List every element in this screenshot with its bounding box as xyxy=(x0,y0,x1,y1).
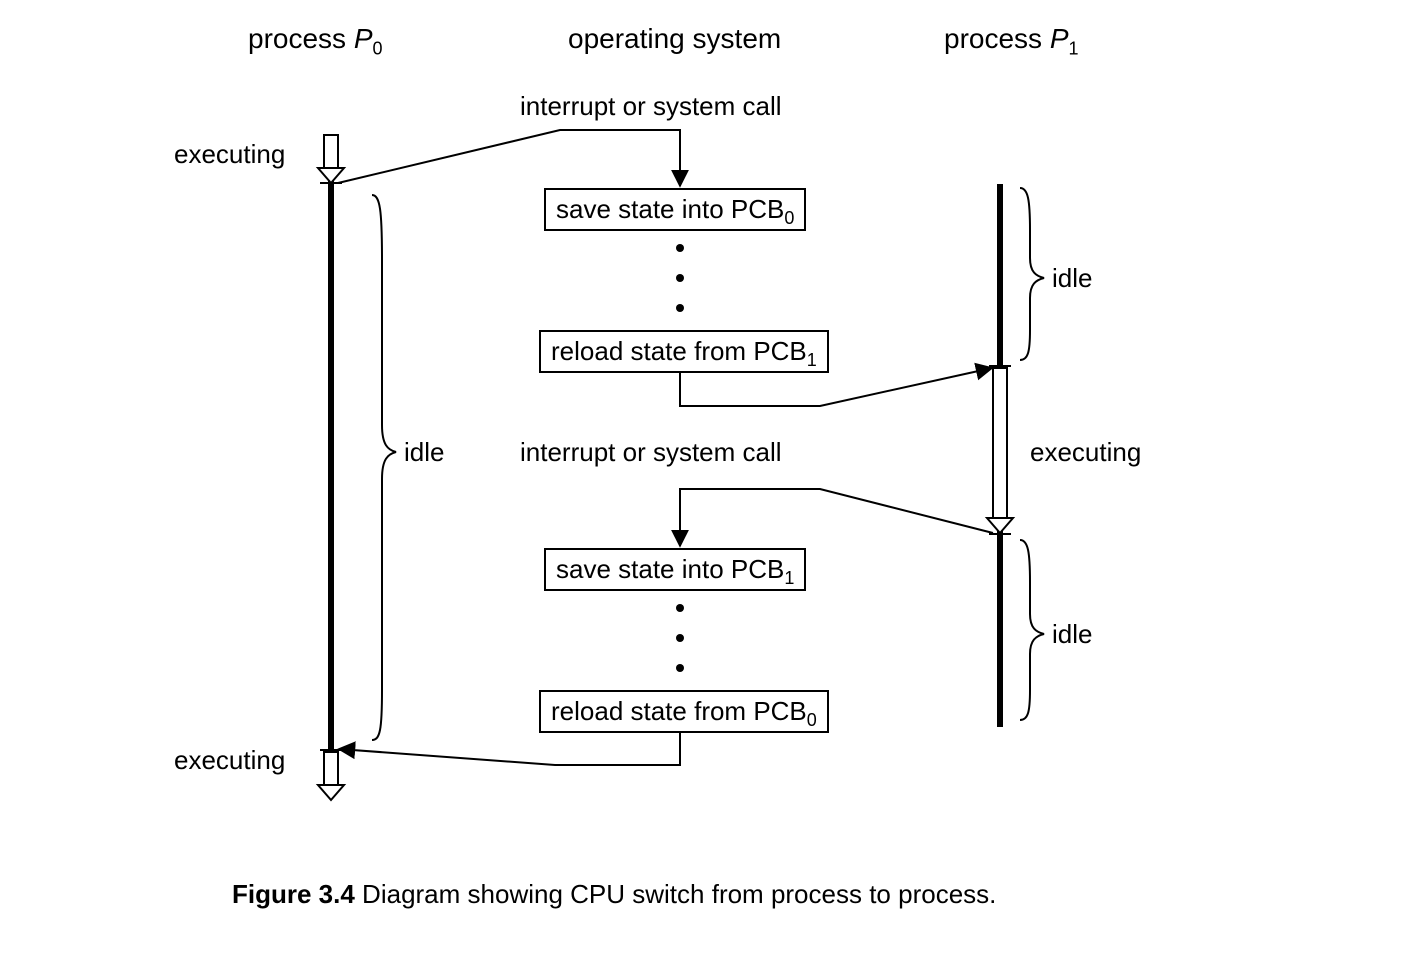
label-interrupt-2: interrupt or system call xyxy=(520,438,782,467)
diagram-container: process P0 operating system process P1 i… xyxy=(0,0,1426,972)
label-executing-top: executing xyxy=(174,140,285,169)
box-reload-pcb0: reload state from PCB0 xyxy=(539,690,829,733)
label-executing-mid: executing xyxy=(1030,438,1141,467)
label-idle-right-top: idle xyxy=(1052,264,1092,293)
label-idle-right-bottom: idle xyxy=(1052,620,1092,649)
box-reload-pcb1: reload state from PCB1 xyxy=(539,330,829,373)
box-save-pcb0: save state into PCB0 xyxy=(544,188,806,231)
box-save-pcb1: save state into PCB1 xyxy=(544,548,806,591)
header-process-p1: process P1 xyxy=(944,24,1079,55)
header-process-p0: process P0 xyxy=(248,24,383,55)
arrow-to-p0 xyxy=(339,732,680,765)
p0-exec-arrow-bottom xyxy=(318,752,344,800)
arrow-interrupt-2 xyxy=(680,489,993,546)
figure-caption: Figure 3.4 Diagram showing CPU switch fr… xyxy=(232,880,996,909)
arrow-to-p1 xyxy=(680,368,992,406)
label-idle-left: idle xyxy=(404,438,444,467)
brace-p1-idle-top xyxy=(1020,188,1044,360)
arrow-interrupt-1 xyxy=(338,130,680,186)
brace-p1-idle-bottom xyxy=(1020,540,1044,720)
p0-exec-arrow-top xyxy=(318,135,344,183)
brace-p0-idle xyxy=(372,195,396,740)
label-executing-bottom: executing xyxy=(174,746,285,775)
header-operating-system: operating system xyxy=(568,24,781,55)
p1-exec-arrow xyxy=(987,368,1013,533)
label-interrupt-1: interrupt or system call xyxy=(520,92,782,121)
